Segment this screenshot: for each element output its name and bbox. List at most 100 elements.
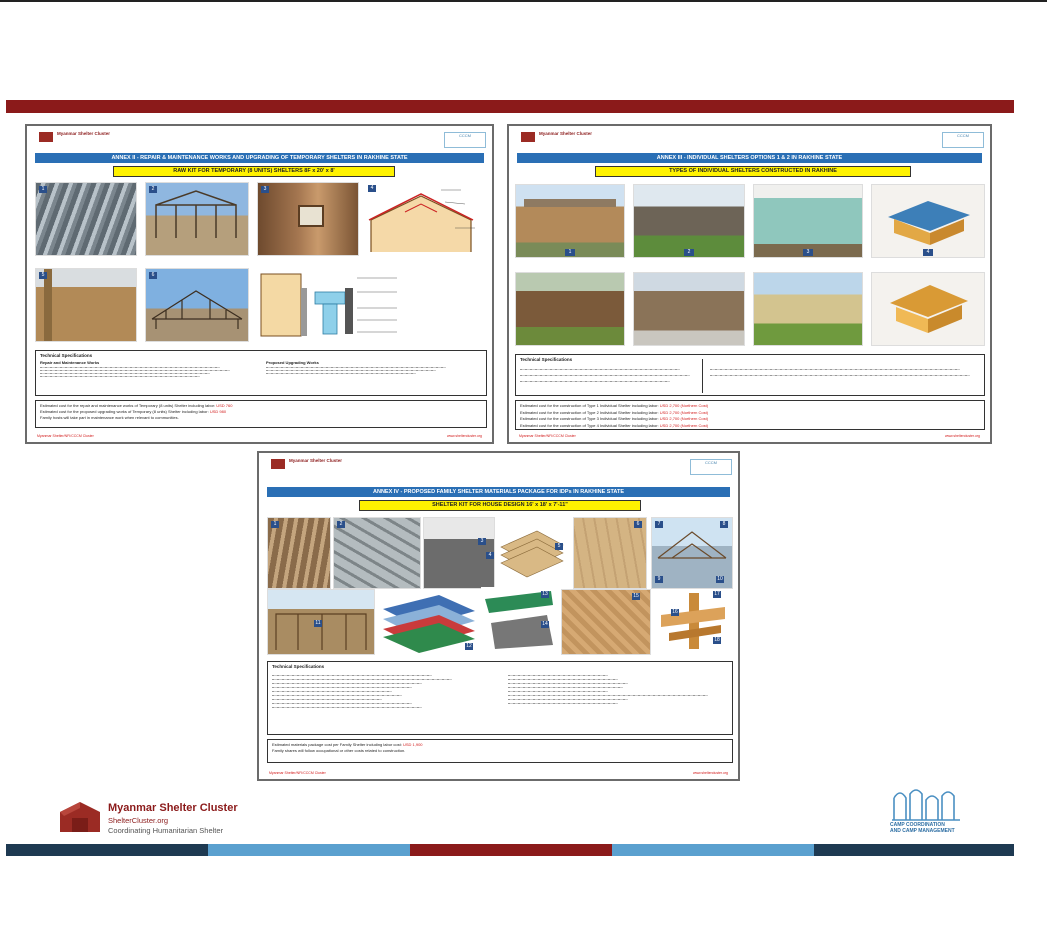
annex-subtitle: RAW KIT FOR TEMPORARY (8 UNITS) SHELTERS…: [113, 166, 395, 177]
title-band: [6, 100, 1014, 113]
cluster-name: Myanmar Shelter Cluster: [108, 802, 238, 814]
badge: 6: [634, 521, 642, 528]
spec-right-col: Proposed Upgrading Works: [266, 360, 476, 376]
photo-interior: 3: [257, 182, 359, 256]
cgi-roofing-drawing: [383, 595, 475, 653]
post: [44, 269, 52, 341]
spec-right-col: [508, 672, 728, 707]
badge: 13: [541, 591, 549, 598]
badge: 8: [720, 521, 728, 528]
annex-subtitle: SHELTER KIT FOR HOUSE DESIGN 16' x 18' x…: [359, 500, 641, 511]
photo-shelter-type-2-alt: [633, 272, 745, 346]
badge: 5: [555, 543, 563, 550]
cost-estimate: Estimated cost for the repair and mainte…: [35, 400, 487, 428]
cost-line: Estimated cost for the construction of T…: [520, 422, 709, 428]
org-name: Myanmar Shelter Cluster: [289, 458, 343, 463]
badge: 17: [713, 591, 721, 598]
annex-ii-sheet: Myanmar Shelter Cluster CCCM ANNEX II - …: [25, 124, 494, 444]
photo-house-frame: 11: [267, 589, 375, 655]
badge: 2: [684, 249, 694, 256]
photo-roof-trusses: 6: [145, 268, 249, 342]
badge: 18: [713, 637, 721, 644]
cccm-logo: CCCM: [444, 132, 486, 148]
photo-shelter-type-3: 3: [753, 184, 863, 258]
badge: 4: [923, 249, 933, 256]
shelter-cluster-logo: [271, 459, 285, 469]
photo-roof-frame: 7 8 9 10: [651, 517, 733, 589]
annex-iii-sheet: Myanmar Shelter Cluster CCCM ANNEX III -…: [507, 124, 992, 444]
roof: [524, 199, 616, 207]
spec-title: Technical Specifications: [272, 664, 325, 669]
technical-specs: Technical Specifications Repair and Main…: [35, 350, 487, 396]
annex-iv-sheet: Myanmar Shelter Cluster CCCM ANNEX IV - …: [257, 451, 740, 781]
photo-bamboo-walls: 5: [35, 268, 137, 342]
badge: 11: [314, 620, 322, 627]
org-name: Myanmar Shelter Cluster: [539, 131, 593, 136]
drawing-roof-section: 4: [365, 182, 485, 254]
spec-right-title: Proposed Upgrading Works: [266, 360, 319, 365]
badge: 9: [655, 576, 663, 583]
technical-specs: Technical Specifications: [267, 661, 733, 735]
badge: 2: [149, 186, 157, 193]
badge: 14: [541, 621, 549, 628]
render-shelter-type-4-alt: [871, 272, 985, 346]
cost-estimate: Estimated cost for the construction of T…: [515, 400, 985, 430]
photo-shelter-type-1-alt: [515, 272, 625, 346]
photo-nails-bolts: 3 4: [423, 517, 495, 589]
annex-subtitle: TYPES OF INDIVIDUAL SHELTERS CONSTRUCTED…: [595, 166, 911, 177]
sheet-header: Myanmar Shelter Cluster CCCM: [267, 457, 738, 477]
planks-drawing: [500, 530, 564, 578]
frame-drawing: [155, 190, 237, 238]
sheet-footer: Myanmar Shelter/NFI/CCCM Cluster www.shel…: [269, 771, 728, 775]
photo-cgi-roofing: 12: [379, 589, 477, 653]
sheet-header: Myanmar Shelter Cluster CCCM: [35, 130, 492, 150]
photo-frame-construction: 2: [145, 182, 249, 256]
window: [298, 205, 324, 227]
photo-shelter-type-3-alt: [753, 272, 863, 346]
badge: 2: [337, 521, 345, 528]
badge: 3: [478, 538, 486, 545]
badge: 16: [671, 609, 679, 616]
bottom-color-band: [6, 844, 1014, 856]
sheet-header: Myanmar Shelter Cluster CCCM: [517, 130, 990, 150]
technical-specs: Technical Specifications: [515, 354, 985, 396]
cost-line: Family hosts will take part in maintenan…: [40, 415, 179, 420]
badge: 3: [261, 186, 269, 193]
spec-left-col: [272, 672, 482, 711]
shelter-cluster-logo: [521, 132, 535, 142]
render-shelter-type-4: 4: [871, 184, 985, 258]
photo-timber-posts: 1: [267, 517, 331, 589]
roof-section-drawing: [368, 189, 475, 252]
cluster-tagline: Coordinating Humanitarian Shelter: [108, 826, 224, 835]
photo-bamboo-matting: 15: [561, 589, 651, 655]
photo-ridge-sheets: 13 14: [481, 587, 557, 653]
spec-title: Technical Specifications: [520, 357, 573, 362]
annex-title: ANNEX III - INDIVIDUAL SHELTERS OPTIONS …: [517, 153, 982, 163]
drawing-joint-detail: 16 17 18: [655, 589, 731, 653]
badge: 12: [465, 643, 473, 650]
shelter-cluster-logo: [39, 132, 53, 142]
spec-left-title: Repair and Maintenance Works: [40, 360, 100, 365]
badge: 15: [632, 593, 640, 600]
badge: 1: [565, 249, 575, 256]
shelter-render: [890, 285, 968, 333]
cccm-logo: CCCM: [690, 459, 732, 475]
annex-title: ANNEX IV - PROPOSED FAMILY SHELTER MATER…: [267, 487, 730, 497]
shelter-cluster-house-icon: [60, 802, 100, 832]
photo-wood-boards: 6: [573, 517, 647, 589]
photo-shelter-type-1: 1: [515, 184, 625, 258]
spec-left-col: Repair and Maintenance Works: [40, 360, 250, 379]
badge: 6: [149, 272, 157, 279]
cccm-logo: CCCM: [942, 132, 984, 148]
badge: 5: [39, 272, 47, 279]
spec-title: Technical Specifications: [40, 353, 93, 358]
annex-title: ANNEX II - REPAIR & MAINTENANCE WORKS AN…: [35, 153, 484, 163]
shelter-render: [888, 201, 970, 245]
cluster-url[interactable]: ShelterCluster.org: [108, 816, 168, 825]
badge: 4: [368, 185, 376, 192]
photo-shelter-type-2: 2: [633, 184, 745, 258]
cccm-label: CAMP COORDINATION AND CAMP MANAGEMENT: [890, 822, 955, 834]
badge: 1: [39, 186, 47, 193]
sheet-footer: Myanmar Shelter/NFI/CCCM Cluster www.shel…: [37, 434, 482, 438]
badge: 4: [486, 552, 494, 559]
